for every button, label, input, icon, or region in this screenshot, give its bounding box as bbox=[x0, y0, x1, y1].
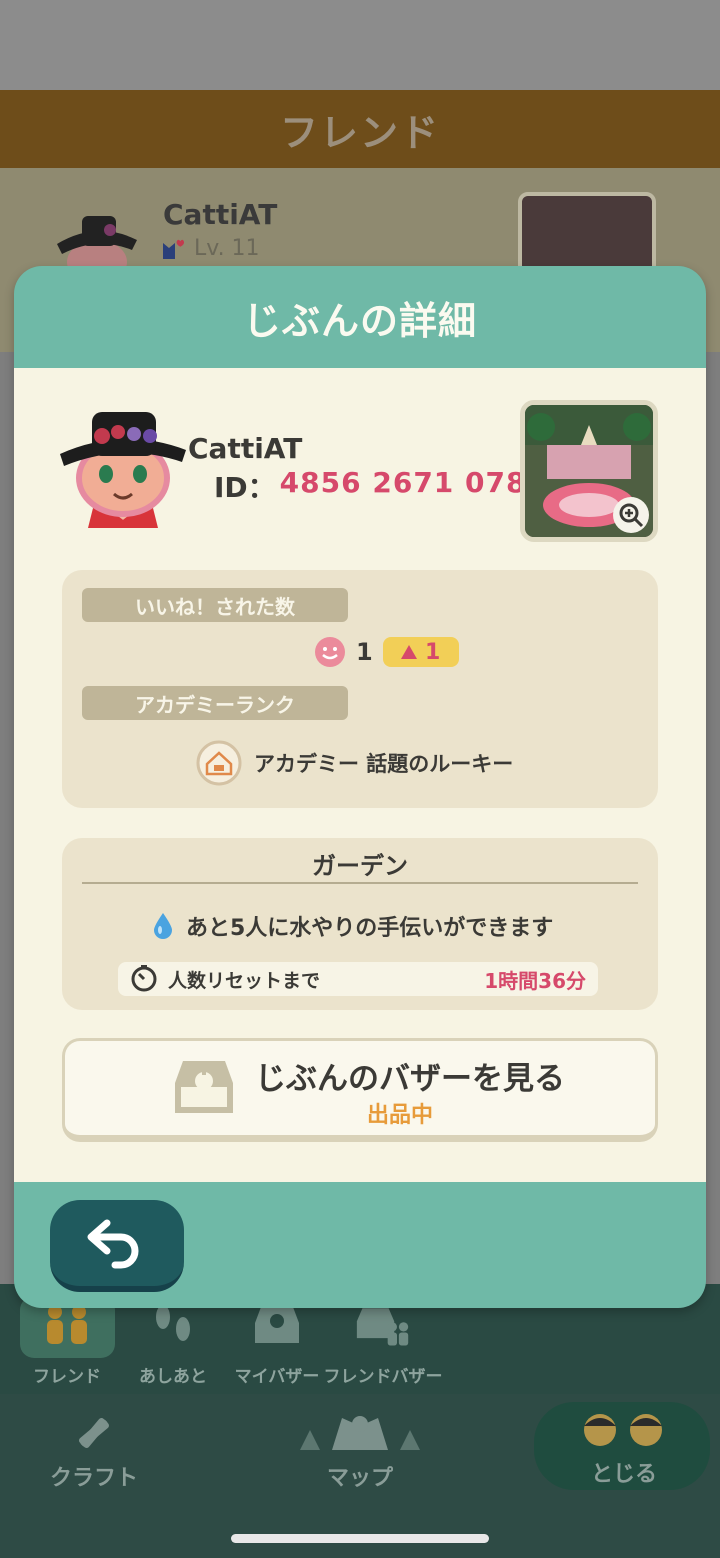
player-id-label: ID： bbox=[214, 471, 276, 504]
garden-title: ガーデン bbox=[312, 852, 408, 880]
villagers-icon bbox=[584, 1414, 662, 1446]
back-button[interactable] bbox=[50, 1200, 184, 1292]
nav-close-label: とじる bbox=[590, 1462, 657, 1487]
garden-message: あと5人に水やりの手伝いができます bbox=[186, 916, 554, 941]
academy-rank-text: アカデミー 話題のルーキー bbox=[254, 752, 514, 776]
tab-friends-label: フレンド bbox=[33, 1367, 101, 1387]
garden-card: ガーデン あと5人に水やりの手伝いができます 人数リセットまで 1時間36分 bbox=[62, 838, 658, 1010]
likes-count: 1 bbox=[356, 638, 373, 666]
friend-name: CattiAT bbox=[163, 198, 278, 231]
likes-row: 1 1 bbox=[314, 636, 459, 668]
reset-timer-bar: 人数リセットまで 1時間36分 bbox=[118, 962, 598, 996]
home-indicator[interactable] bbox=[231, 1534, 489, 1543]
arrow-up-icon bbox=[401, 645, 418, 659]
craft-icon bbox=[78, 1417, 110, 1449]
likes-increase-value: 1 bbox=[425, 639, 441, 665]
profile-detail-modal: じぶんの詳細 CattiAT ID： 4856 2671 078 いいね！された… bbox=[14, 266, 706, 1308]
cat-icon bbox=[163, 239, 185, 259]
academy-rank-badge-icon bbox=[196, 740, 242, 786]
player-id-value: 4856 2671 078 bbox=[279, 466, 527, 499]
tab-friend-bazaar-label: フレンドバザー bbox=[323, 1367, 443, 1387]
tab-my-bazaar[interactable]: マイバザー bbox=[222, 1300, 332, 1387]
zoom-button[interactable] bbox=[613, 497, 649, 533]
reset-timer-label: 人数リセットまで bbox=[168, 969, 321, 992]
nav-craft[interactable]: クラフト bbox=[50, 1410, 138, 1492]
player-name: CattiAT bbox=[188, 432, 303, 465]
academy-label: アカデミーランク bbox=[82, 686, 348, 720]
bazaar-status: 出品中 bbox=[367, 1103, 434, 1128]
back-arrow-icon bbox=[87, 1219, 139, 1269]
reset-timer-value: 1時間36分 bbox=[484, 968, 586, 993]
likes-academy-card: いいね！された数 1 1 アカデミーランク アカデミー 話題のルーキー bbox=[62, 570, 658, 808]
map-icon bbox=[300, 1416, 420, 1450]
tab-friends[interactable]: フレンド bbox=[12, 1300, 122, 1387]
player-avatar bbox=[60, 412, 186, 528]
tab-my-bazaar-label: マイバザー bbox=[234, 1367, 320, 1387]
nav-map[interactable]: マップ bbox=[298, 1410, 422, 1492]
tab-footprints-label: あしあと bbox=[139, 1367, 207, 1387]
friends-header: フレンド bbox=[0, 90, 720, 168]
view-my-bazaar-button[interactable]: じぶんのバザーを見る 出品中 bbox=[62, 1038, 658, 1142]
header-title: フレンド bbox=[279, 110, 440, 155]
nav-craft-label: クラフト bbox=[50, 1466, 139, 1491]
friend-level: Lv. 11 bbox=[160, 236, 260, 261]
smile-icon bbox=[315, 637, 345, 667]
academy-rank-row: アカデミー 話題のルーキー bbox=[196, 740, 513, 786]
timer-icon bbox=[131, 965, 157, 992]
modal-title: じぶんの詳細 bbox=[242, 298, 477, 343]
garden-message-row: あと5人に水やりの手伝いができます bbox=[152, 910, 553, 942]
nav-map-label: マップ bbox=[326, 1466, 393, 1491]
water-drop-icon bbox=[154, 913, 172, 939]
nav-close[interactable]: とじる bbox=[578, 1410, 670, 1488]
status-area bbox=[0, 0, 720, 90]
garden-thumbnail[interactable] bbox=[520, 400, 658, 542]
bazaar-stall-icon bbox=[175, 1061, 233, 1113]
modal-body: CattiAT ID： 4856 2671 078 いいね！された数 1 1 ア… bbox=[14, 368, 706, 1182]
player-id: ID： 4856 2671 078 bbox=[214, 466, 526, 506]
likes-increase-badge: 1 bbox=[382, 637, 459, 667]
view-my-bazaar-title: じぶんのバザーを見る bbox=[255, 1061, 565, 1097]
zoom-in-icon bbox=[619, 503, 644, 528]
friend-level-text: Lv. 11 bbox=[194, 236, 260, 261]
tab-friend-bazaar[interactable]: フレンドバザー bbox=[324, 1300, 443, 1387]
garden-divider bbox=[82, 882, 638, 884]
tab-footprints[interactable]: あしあと bbox=[118, 1300, 228, 1387]
likes-label: いいね！された数 bbox=[82, 588, 348, 622]
